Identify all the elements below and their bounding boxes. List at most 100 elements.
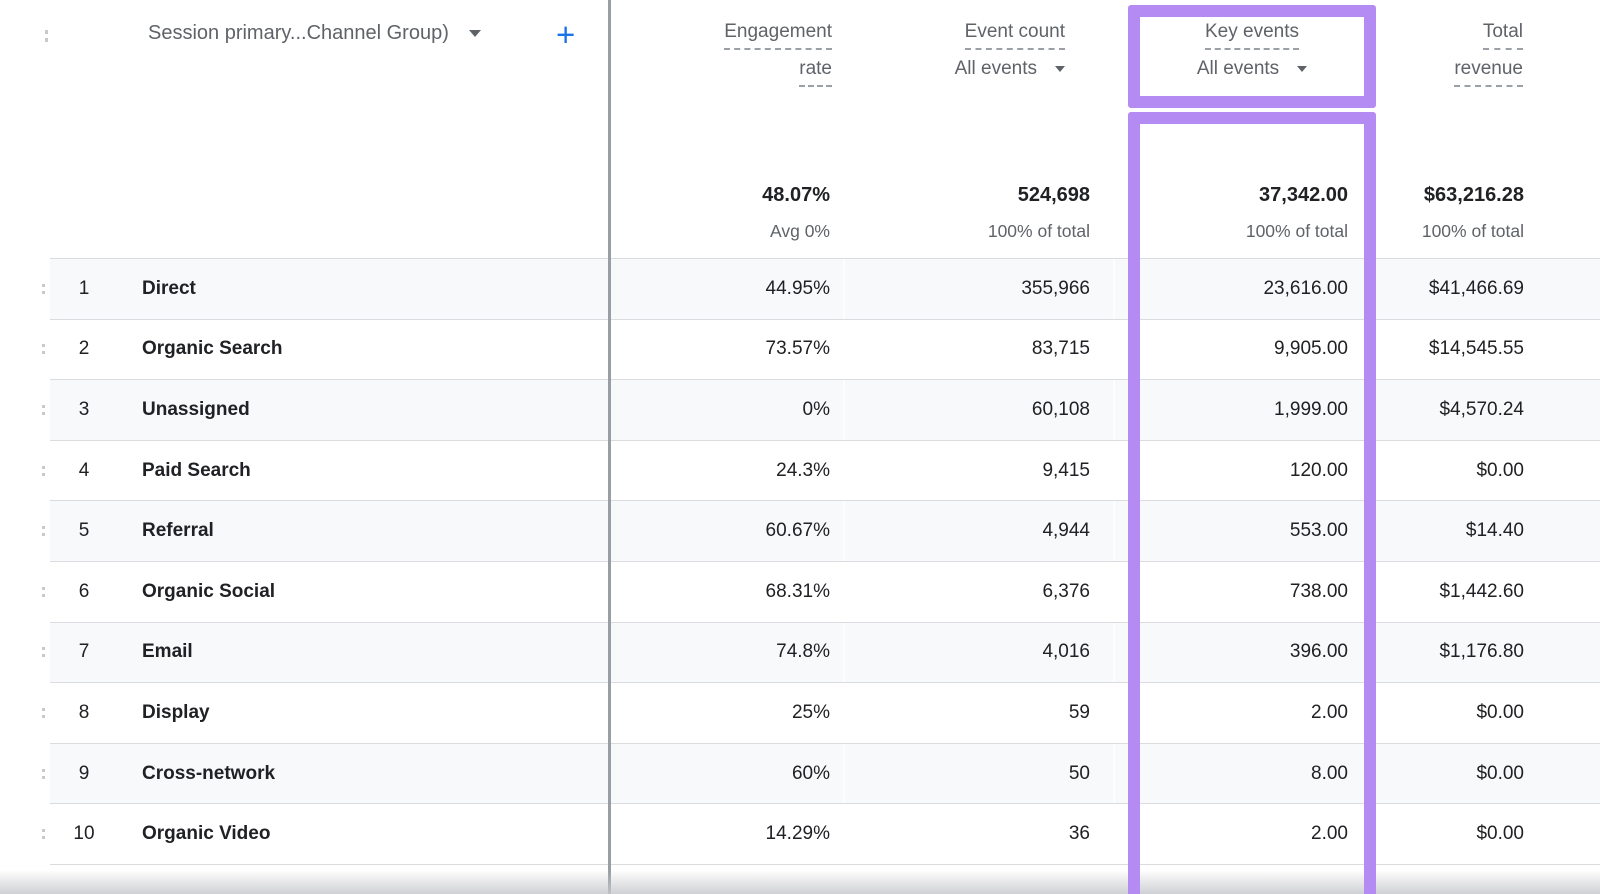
row-index: 1 [62, 278, 106, 300]
row-index: 4 [62, 460, 106, 482]
key-events-value: 1,999.00 [1274, 399, 1348, 421]
event-count-value: 36 [1069, 823, 1090, 845]
key-events-value: 2.00 [1311, 702, 1348, 724]
dimension-selector[interactable]: Session primary...Channel Group) [148, 22, 481, 45]
table-row[interactable]: 6 Organic Social 68.31% 6,376 738.00 $1,… [50, 561, 1600, 622]
total-revenue-value: $0.00 [1476, 823, 1524, 845]
engagement-rate-title-line2: rate [799, 57, 832, 87]
key-events-value: 553.00 [1290, 520, 1348, 542]
event-count-value: 6,376 [1042, 581, 1090, 603]
cropped-checkbox-mark [42, 647, 45, 657]
total-revenue-value: $14,545.55 [1429, 338, 1524, 360]
total-revenue-title-line2: revenue [1454, 57, 1523, 87]
event-count-value: 60,108 [1032, 399, 1090, 421]
column-header-engagement-rate[interactable]: Engagement rate [724, 20, 832, 87]
table-row[interactable]: 4 Paid Search 24.3% 9,415 120.00 $0.00 [50, 440, 1600, 501]
row-index: 9 [62, 763, 106, 785]
key-events-value: 120.00 [1290, 460, 1348, 482]
total-revenue-value: $0.00 [1476, 702, 1524, 724]
cropped-checkbox-mark [42, 466, 45, 476]
engagement-rate-value: 14.29% [766, 823, 830, 845]
table-row[interactable]: 7 Email 74.8% 4,016 396.00 $1,176.80 [50, 622, 1600, 683]
summary-key-events-sub: 100% of total [1246, 221, 1348, 242]
row-index: 3 [62, 399, 106, 421]
key-events-value: 396.00 [1290, 641, 1348, 663]
cropped-checkbox-mark [42, 769, 45, 779]
table-row[interactable]: 2 Organic Search 73.57% 83,715 9,905.00 … [50, 319, 1600, 380]
engagement-rate-value: 44.95% [766, 278, 830, 300]
engagement-rate-value: 60% [792, 763, 830, 785]
row-index: 6 [62, 581, 106, 603]
event-count-value: 83,715 [1032, 338, 1090, 360]
engagement-rate-value: 60.67% [766, 520, 830, 542]
key-events-filter-dropdown[interactable]: All events [1128, 57, 1376, 81]
table-row[interactable]: 10 Organic Video 14.29% 36 2.00 $0.00 [50, 803, 1600, 864]
total-revenue-value: $1,442.60 [1439, 581, 1524, 603]
key-events-filter-label: All events [1197, 57, 1279, 81]
total-revenue-value: $4,570.24 [1439, 399, 1524, 421]
table-row[interactable]: 8 Display 25% 59 2.00 $0.00 [50, 682, 1600, 743]
event-count-filter-dropdown[interactable]: All events [955, 57, 1065, 81]
row-index: 10 [62, 823, 106, 845]
table-row[interactable]: 1 Direct 44.95% 355,966 23,616.00 $41,46… [50, 258, 1600, 319]
bottom-fade [0, 870, 1600, 894]
dimension-label: Session primary...Channel Group) [148, 22, 449, 45]
summary-total-revenue: $63,216.28 [1424, 184, 1524, 207]
total-revenue-value: $0.00 [1476, 460, 1524, 482]
column-header-event-count[interactable]: Event count All events [955, 20, 1065, 81]
table-row[interactable]: 9 Cross-network 60% 50 8.00 $0.00 [50, 743, 1600, 804]
event-count-value: 4,016 [1042, 641, 1090, 663]
total-revenue-value: $0.00 [1476, 763, 1524, 785]
channel-name: Referral [142, 520, 214, 542]
channel-name: Organic Social [142, 581, 275, 603]
add-dimension-icon[interactable]: + [556, 16, 575, 54]
summary-engagement-rate-sub: Avg 0% [770, 221, 830, 242]
cropped-checkbox-mark [42, 526, 45, 536]
row-index: 8 [62, 702, 106, 724]
chevron-down-icon [1297, 66, 1307, 72]
channel-name: Direct [142, 278, 196, 300]
channel-name: Unassigned [142, 399, 250, 421]
total-revenue-value: $1,176.80 [1439, 641, 1524, 663]
row-index: 2 [62, 338, 106, 360]
channel-name: Cross-network [142, 763, 275, 785]
engagement-rate-value: 73.57% [766, 338, 830, 360]
channel-name: Paid Search [142, 460, 251, 482]
event-count-title: Event count [965, 20, 1065, 50]
engagement-rate-title-line1: Engagement [724, 20, 832, 50]
analytics-table: Session primary...Channel Group) + Engag… [0, 0, 1600, 894]
cropped-checkbox-mark [45, 30, 48, 42]
channel-name: Organic Search [142, 338, 282, 360]
key-events-value: 8.00 [1311, 763, 1348, 785]
column-divider [608, 0, 611, 894]
summary-key-events: 37,342.00 [1259, 184, 1348, 207]
event-count-value: 4,944 [1042, 520, 1090, 542]
key-events-value: 2.00 [1311, 823, 1348, 845]
chevron-down-icon [469, 30, 481, 37]
event-count-filter-label: All events [955, 57, 1037, 81]
summary-event-count: 524,698 [1018, 184, 1090, 207]
cropped-checkbox-mark [42, 344, 45, 354]
summary-engagement-rate: 48.07% [762, 184, 830, 207]
channel-name: Email [142, 641, 193, 663]
key-events-value: 9,905.00 [1274, 338, 1348, 360]
cropped-checkbox-mark [42, 284, 45, 294]
engagement-rate-value: 25% [792, 702, 830, 724]
total-revenue-title-line1: Total [1483, 20, 1523, 50]
cropped-checkbox-mark [42, 829, 45, 839]
row-index: 7 [62, 641, 106, 663]
engagement-rate-value: 74.8% [776, 641, 830, 663]
engagement-rate-value: 0% [803, 399, 830, 421]
channel-name: Organic Video [142, 823, 270, 845]
engagement-rate-value: 68.31% [766, 581, 830, 603]
column-header-key-events[interactable]: Key events All events [1128, 20, 1376, 81]
table-row[interactable]: 3 Unassigned 0% 60,108 1,999.00 $4,570.2… [50, 379, 1600, 440]
column-header-total-revenue[interactable]: Total revenue [1454, 20, 1523, 87]
total-revenue-value: $14.40 [1466, 520, 1524, 542]
event-count-value: 50 [1069, 763, 1090, 785]
summary-event-count-sub: 100% of total [988, 221, 1090, 242]
table-row[interactable]: 5 Referral 60.67% 4,944 553.00 $14.40 [50, 500, 1600, 561]
event-count-value: 355,966 [1021, 278, 1090, 300]
summary-total-revenue-sub: 100% of total [1422, 221, 1524, 242]
key-events-value: 23,616.00 [1263, 278, 1348, 300]
